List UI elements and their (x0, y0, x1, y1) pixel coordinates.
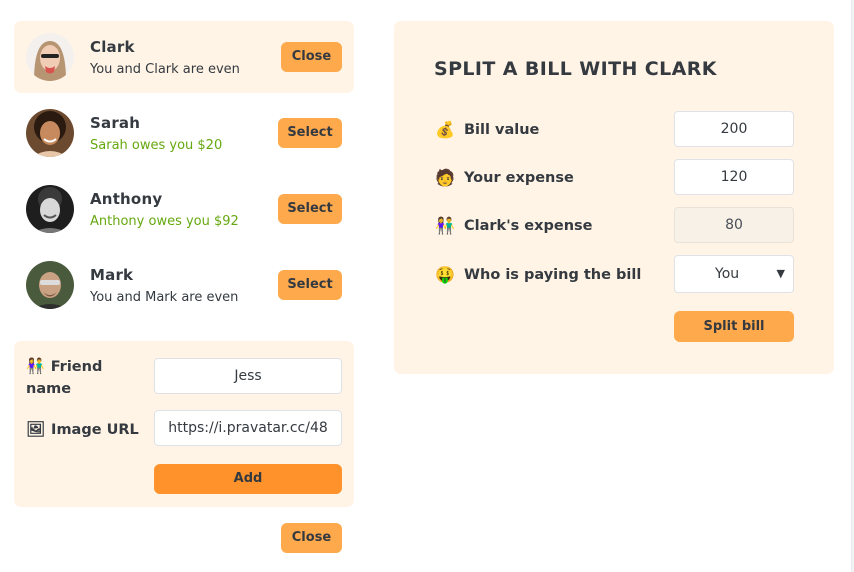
close-form-button[interactable]: Close (281, 523, 342, 553)
select-button[interactable]: Select (278, 270, 342, 300)
friend-item-mark[interactable]: Mark You and Mark are even Select (14, 249, 354, 321)
payer-label: 🤑 Who is paying the bill (435, 265, 642, 284)
avatar (26, 109, 74, 157)
people-icon: 👫 (435, 216, 455, 235)
avatar (26, 185, 74, 233)
friend-item-sarah[interactable]: Sarah Sarah owes you $20 Select (14, 97, 354, 169)
friend-expense-label: 👫 Clark's expense (435, 216, 593, 235)
people-icon: 👫 (26, 357, 45, 375)
friend-name-input[interactable]: Jess (154, 358, 342, 394)
payer-select[interactable]: You ▼ (674, 255, 794, 293)
close-button[interactable]: Close (281, 42, 342, 72)
friend-item-clark[interactable]: Clark You and Clark are even Close (14, 21, 354, 93)
money-bag-icon: 💰 (435, 120, 455, 139)
add-button[interactable]: Add (154, 464, 342, 494)
split-bill-button[interactable]: Split bill (674, 311, 794, 342)
money-face-icon: 🤑 (435, 265, 455, 284)
image-url-label: 🖼 Image URL (26, 420, 139, 438)
picture-icon: 🖼 (26, 420, 46, 438)
avatar (26, 261, 74, 309)
your-expense-input[interactable]: 120 (674, 159, 794, 195)
bill-value-label: 💰 Bill value (435, 120, 540, 139)
split-bill-form: SPLIT A BILL WITH CLARK 💰 Bill value 200 … (394, 21, 834, 374)
chevron-down-icon: ▼ (776, 267, 785, 280)
avatar (26, 33, 74, 81)
friend-name-label: 👫 Friend name (26, 357, 103, 397)
image-url-input[interactable]: https://i.pravatar.cc/48 (154, 410, 342, 446)
friend-expense-input: 80 (674, 207, 794, 243)
select-button[interactable]: Select (278, 194, 342, 224)
your-expense-label: 🧑 Your expense (435, 168, 574, 187)
bill-value-input[interactable]: 200 (674, 111, 794, 147)
split-title: SPLIT A BILL WITH CLARK (434, 58, 717, 80)
person-icon: 🧑 (435, 168, 455, 187)
add-friend-form: 👫 Friend name Jess 🖼 Image URL https://i.p… (14, 341, 354, 507)
friend-item-anthony[interactable]: Anthony Anthony owes you $92 Select (14, 173, 354, 245)
select-button[interactable]: Select (278, 118, 342, 148)
